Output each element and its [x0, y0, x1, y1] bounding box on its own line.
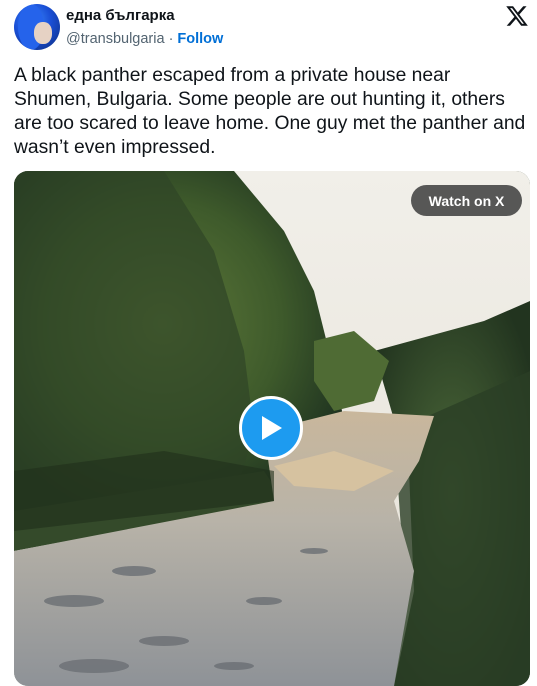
author-handle[interactable]: @transbulgaria — [66, 31, 165, 47]
avatar-face — [34, 22, 52, 44]
tweet-text: A black panther escaped from a private h… — [14, 65, 526, 158]
play-icon — [262, 416, 282, 440]
video-player[interactable]: Watch on X — [14, 171, 530, 686]
author-display-name[interactable]: една българка — [66, 7, 175, 24]
play-button[interactable] — [239, 396, 303, 460]
avatar[interactable] — [14, 4, 60, 50]
watch-on-x-button[interactable]: Watch on X — [411, 185, 522, 216]
author-meta-row: @transbulgaria · Follow — [66, 31, 223, 47]
x-logo-icon[interactable] — [505, 4, 529, 28]
separator-dot: · — [168, 31, 174, 47]
follow-button[interactable]: Follow — [177, 31, 223, 47]
